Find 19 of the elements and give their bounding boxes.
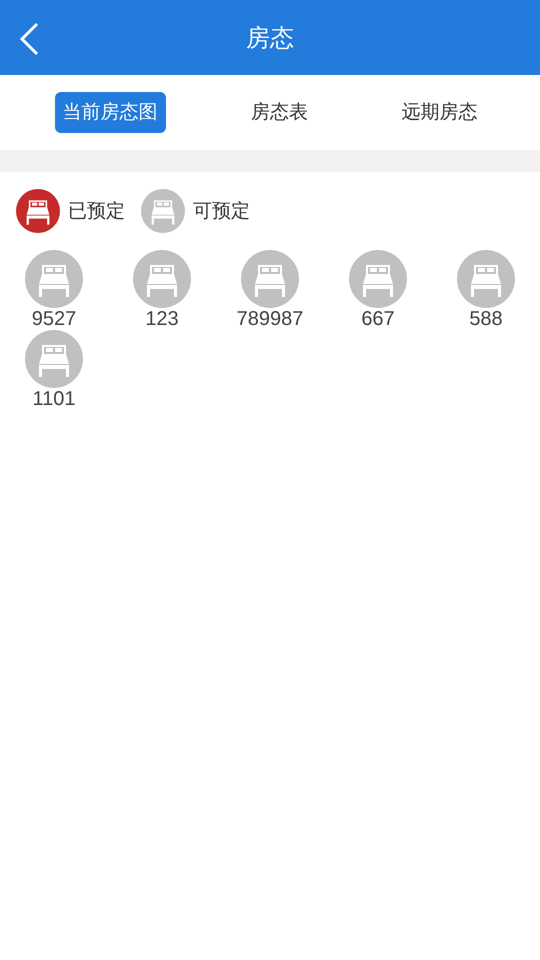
tab[interactable]: 当前房态图: [54, 92, 166, 133]
legend-label: 已预定: [68, 198, 125, 224]
back-icon: [18, 22, 40, 56]
room-number: 667: [361, 308, 395, 330]
room-number: 1101: [32, 388, 76, 410]
tab[interactable]: 远期房态: [393, 92, 486, 133]
room-bed-icon[interactable]: [133, 250, 191, 308]
room-bed-icon[interactable]: [241, 250, 299, 308]
room-bed-icon[interactable]: [457, 250, 515, 308]
room-number: 123: [145, 308, 179, 330]
room-number: 588: [469, 308, 503, 330]
room-bed-icon[interactable]: [25, 250, 83, 308]
room-number: 9527: [32, 308, 76, 330]
room-bed-icon[interactable]: [25, 330, 83, 388]
room-bed-icon[interactable]: [349, 250, 407, 308]
room-number: 789987: [236, 308, 304, 330]
legend-label: 可预定: [193, 198, 250, 224]
page-title: 房态: [246, 22, 294, 54]
tab[interactable]: 房态表: [242, 92, 316, 133]
